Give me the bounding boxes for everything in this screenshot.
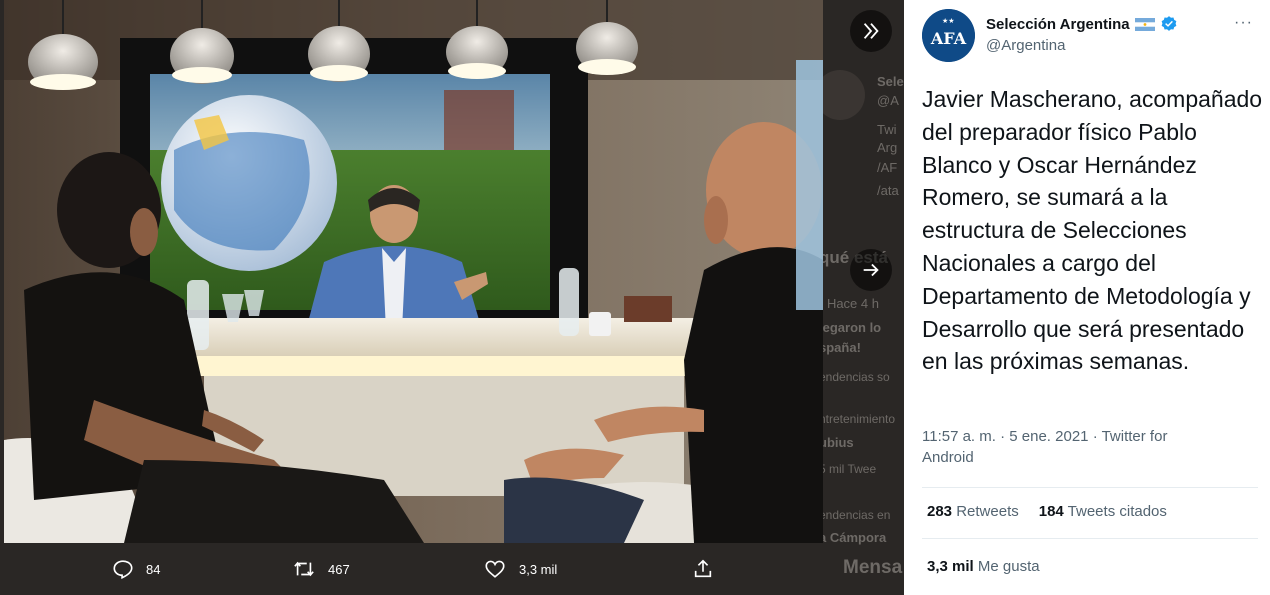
bg-line: 5 mil Twee [819,462,877,476]
engagement-stats: 283 Retweets 184 Tweets citados [927,503,1167,520]
retweet-icon [294,561,314,577]
tweet-photo[interactable] [4,0,823,543]
heart-icon [485,560,505,578]
bg-line: endencias so [819,370,890,384]
double-chevron-right-icon [863,23,879,39]
author-name[interactable]: Selección Argentina [986,16,1130,33]
tweet-meta: 11:57 a. m. · 5 ene. 2021 · Twitter for … [922,426,1222,468]
like-count: 3,3 mil [519,561,558,577]
retweets-label: Retweets [956,503,1019,520]
meta-separator: · [1092,428,1102,445]
tweet-timestamp[interactable]: 11:57 a. m. · 5 ene. 2021 [922,428,1089,445]
bg-line: /ata [877,183,899,198]
avatar[interactable]: ★★ AFA [922,9,975,62]
bg-line: Arg [877,140,898,155]
tweet-text: Javier Mascherano, acompañado del prepar… [922,86,1263,375]
share-icon [694,559,712,578]
reply-button[interactable]: 84 [112,543,160,595]
bg-line: ubius [819,435,854,450]
bg-line: /AF [877,160,898,175]
likes-stat[interactable]: 3,3 mil Me gusta [927,558,1040,575]
media-viewer: Sele @A Twi Arg /AF /ata qué está · Hace… [0,0,904,595]
divider [922,487,1258,488]
quotes-count: 184 [1038,503,1064,520]
media-action-bar: 84 467 3,3 mil [0,543,904,595]
verified-badge-icon [1161,16,1177,31]
reply-count: 84 [146,561,161,577]
tweet-detail-panel: ★★ AFA Selección Argentina @Argentina ··… [904,0,1270,595]
reply-icon [113,560,133,579]
bg-line: ntretenimiento [819,412,896,426]
retweet-button[interactable]: 467 [292,543,350,595]
bg-line: legaron lo [819,320,882,335]
like-button[interactable]: 3,3 mil [483,543,557,595]
afa-logo-icon: ★★ AFA [922,9,975,62]
next-media-button[interactable] [850,249,892,291]
divider [922,538,1258,539]
author-name-row[interactable]: Selección Argentina [986,15,1178,33]
retweets-stat[interactable]: 283 Retweets [927,503,1019,520]
bg-line: Sele [877,74,904,89]
likes-label: Me gusta [977,558,1040,575]
share-button[interactable] [692,543,714,595]
retweets-count: 283 [927,503,953,520]
retweet-count: 467 [328,561,350,577]
bg-line: spaña! [819,340,861,355]
likes-count: 3,3 mil [927,558,974,575]
svg-text:AFA: AFA [930,29,967,48]
bg-line: endencias en [819,508,891,522]
svg-text:★★: ★★ [942,17,955,25]
quotes-label: Tweets citados [1067,503,1167,520]
author-handle[interactable]: @Argentina [986,37,1065,54]
bg-line: · Hace 4 h [819,296,879,311]
quotes-stat[interactable]: 184 Tweets citados [1039,503,1167,520]
arrow-right-icon [863,263,879,277]
more-options-icon[interactable]: ··· [1234,14,1253,32]
bg-line: @A [877,93,899,108]
collapse-panel-button[interactable] [850,10,892,52]
bg-line: Twi [877,122,897,137]
argentina-flag-icon [1134,17,1155,31]
